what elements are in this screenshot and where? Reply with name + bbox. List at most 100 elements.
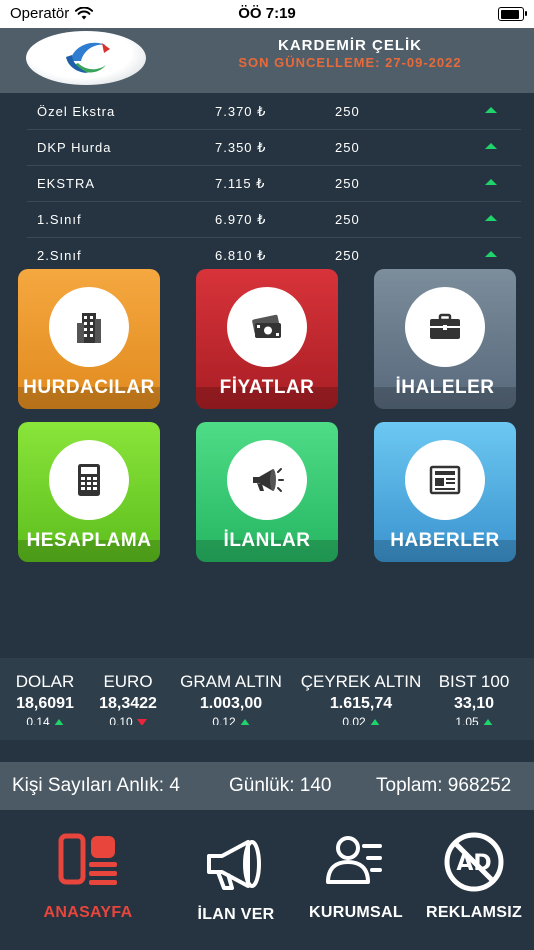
price-value: 7.370 ₺: [215, 104, 267, 119]
calculator-icon: [78, 464, 100, 496]
tile-hurdacilar[interactable]: HURDACILAR: [18, 269, 160, 409]
ticker-name: EURO: [103, 672, 153, 691]
bottom-nav: ANASAYFA İLAN VER KURUMSAL AD REKLAMSIZ: [0, 810, 534, 950]
battery-icon: [498, 7, 527, 21]
company-title: KARDEMİR ÇELİK: [278, 37, 422, 54]
price-name: DKP Hurda: [37, 140, 112, 155]
home-icon: [58, 833, 117, 885]
price-name: Özel Ekstra: [37, 104, 116, 119]
ticker-change: 0,12: [176, 715, 286, 725]
nav-reklamsiz[interactable]: AD REKLAMSIZ: [409, 830, 534, 922]
price-name: 1.Sınıf: [37, 212, 82, 227]
tile-icon-circle: [405, 287, 485, 367]
price-row[interactable]: DKP Hurda 7.350 ₺ 250: [27, 129, 521, 166]
trend-up-icon: [53, 719, 64, 725]
trend-up-icon: [485, 107, 497, 113]
price-quantity: 250: [335, 248, 360, 263]
stat-instant: Kişi Sayıları Anlık: 4: [12, 775, 180, 796]
ticker-change-value: 1,05: [455, 715, 479, 725]
tile-label: HABERLER: [390, 530, 500, 551]
tile-icon-circle: [49, 440, 129, 520]
stat-total: Toplam: 968252: [376, 775, 512, 796]
last-update-label: SON GÜNCELLEME: 27-09-2022: [238, 55, 462, 70]
price-quantity: 250: [335, 140, 360, 155]
nav-label: İLAN VER: [197, 906, 275, 923]
tile-icon-circle: [227, 287, 307, 367]
trend-up-icon: [482, 719, 493, 725]
trend-up-icon: [485, 179, 497, 185]
status-bar: Operatör ÖÖ 7:19: [0, 0, 534, 28]
ticker-item: ÇEYREK ALTIN 1.615,74 0,02: [298, 672, 424, 725]
ticker-item: BIST 100 33,10 1,05: [434, 672, 514, 725]
price-row[interactable]: 1.Sınıf 6.970 ₺ 250: [27, 201, 521, 238]
ticker-item: DOLAR 18,6091 0,14: [8, 672, 82, 725]
price-name: 2.Sınıf: [37, 248, 82, 263]
status-time: ÖÖ 7:19: [238, 5, 296, 22]
ticker-change: 0,10: [90, 715, 166, 725]
price-row[interactable]: 2.Sınıf 6.810 ₺ 250: [27, 237, 521, 263]
tile-icon-circle: [405, 440, 485, 520]
briefcase-icon: [430, 313, 460, 339]
ticker-change-value: 0,14: [26, 715, 50, 725]
tile-ilanlar[interactable]: İLANLAR: [196, 422, 338, 562]
ticker-change: 0,02: [298, 715, 424, 725]
app-header: KARDEMİR ÇELİK SON GÜNCELLEME: 27-09-202…: [0, 28, 534, 93]
ticker-change-value: 0,02: [342, 715, 366, 725]
trend-down-icon: [136, 719, 147, 725]
nav-label: ANASAYFA: [43, 904, 133, 921]
megaphone-outline-icon: [207, 840, 261, 890]
price-quantity: 250: [335, 104, 360, 119]
price-value: 7.115 ₺: [215, 176, 266, 191]
price-value: 6.970 ₺: [215, 212, 267, 227]
tile-label: HURDACILAR: [23, 377, 155, 398]
ticker-item: EURO 18,3422 0,10: [90, 672, 166, 725]
svg-text:AD: AD: [456, 851, 491, 876]
tile-fiyatlar[interactable]: FİYATLAR: [196, 269, 338, 409]
stat-daily: Günlük: 140: [229, 775, 332, 796]
tile-haberler[interactable]: HABERLER: [374, 422, 516, 562]
tile-ihaleler[interactable]: İHALELER: [374, 269, 516, 409]
price-name: EKSTRA: [37, 176, 96, 191]
price-row[interactable]: Özel Ekstra 7.370 ₺ 250: [27, 93, 521, 130]
visitor-stats-bar: Kişi Sayıları Anlık: 4 Günlük: 140 Topla…: [0, 762, 534, 810]
tile-icon-circle: [227, 440, 307, 520]
building-icon: [77, 313, 101, 343]
trend-up-icon: [369, 719, 380, 725]
nav-anasayfa[interactable]: ANASAYFA: [23, 830, 153, 922]
currency-ticker[interactable]: DOLAR 18,6091 0,14 EURO 18,3422 0,10 GRA…: [0, 658, 534, 740]
price-row[interactable]: EKSTRA 7.115 ₺ 250: [27, 165, 521, 202]
ticker-value: 33,10: [453, 695, 495, 712]
tile-label: İLANLAR: [223, 530, 311, 551]
price-quantity: 250: [335, 176, 360, 191]
user-list-icon: [326, 836, 382, 884]
nav-ilan-ver[interactable]: İLAN VER: [171, 832, 301, 924]
tile-icon-circle: [49, 287, 129, 367]
trend-up-icon: [485, 143, 497, 149]
nav-label: REKLAMSIZ: [425, 904, 523, 921]
app-logo: [26, 31, 146, 85]
ticker-value: 18,6091: [16, 695, 74, 712]
ticker-value: 1.003,00: [199, 695, 263, 712]
nav-kurumsal[interactable]: KURUMSAL: [291, 830, 421, 922]
tile-label: İHALELER: [395, 377, 495, 398]
trend-up-icon: [485, 215, 497, 221]
ticker-name: BIST 100: [438, 672, 510, 691]
no-ads-icon: AD: [444, 832, 504, 892]
ticker-item: GRAM ALTIN 1.003,00 0,12: [176, 672, 286, 725]
ticker-value: 1.615,74: [329, 695, 393, 712]
nav-label: KURUMSAL: [309, 904, 403, 921]
ticker-value: 18,3422: [99, 695, 157, 712]
megaphone-icon: [253, 468, 284, 492]
price-value: 7.350 ₺: [215, 140, 267, 155]
trend-up-icon: [239, 719, 250, 725]
ticker-name: GRAM ALTIN: [180, 672, 282, 691]
ticker-change: 1,05: [434, 715, 514, 725]
money-icon: [252, 314, 281, 338]
tile-label: FİYATLAR: [219, 377, 315, 398]
trend-up-icon: [485, 251, 497, 257]
price-list[interactable]: Özel Ekstra 7.370 ₺ 250 DKP Hurda 7.350 …: [0, 93, 534, 263]
ticker-name: DOLAR: [15, 672, 75, 691]
ticker-name: ÇEYREK ALTIN: [300, 672, 422, 691]
price-value: 6.810 ₺: [215, 248, 267, 263]
tile-hesaplama[interactable]: HESAPLAMA: [18, 422, 160, 562]
